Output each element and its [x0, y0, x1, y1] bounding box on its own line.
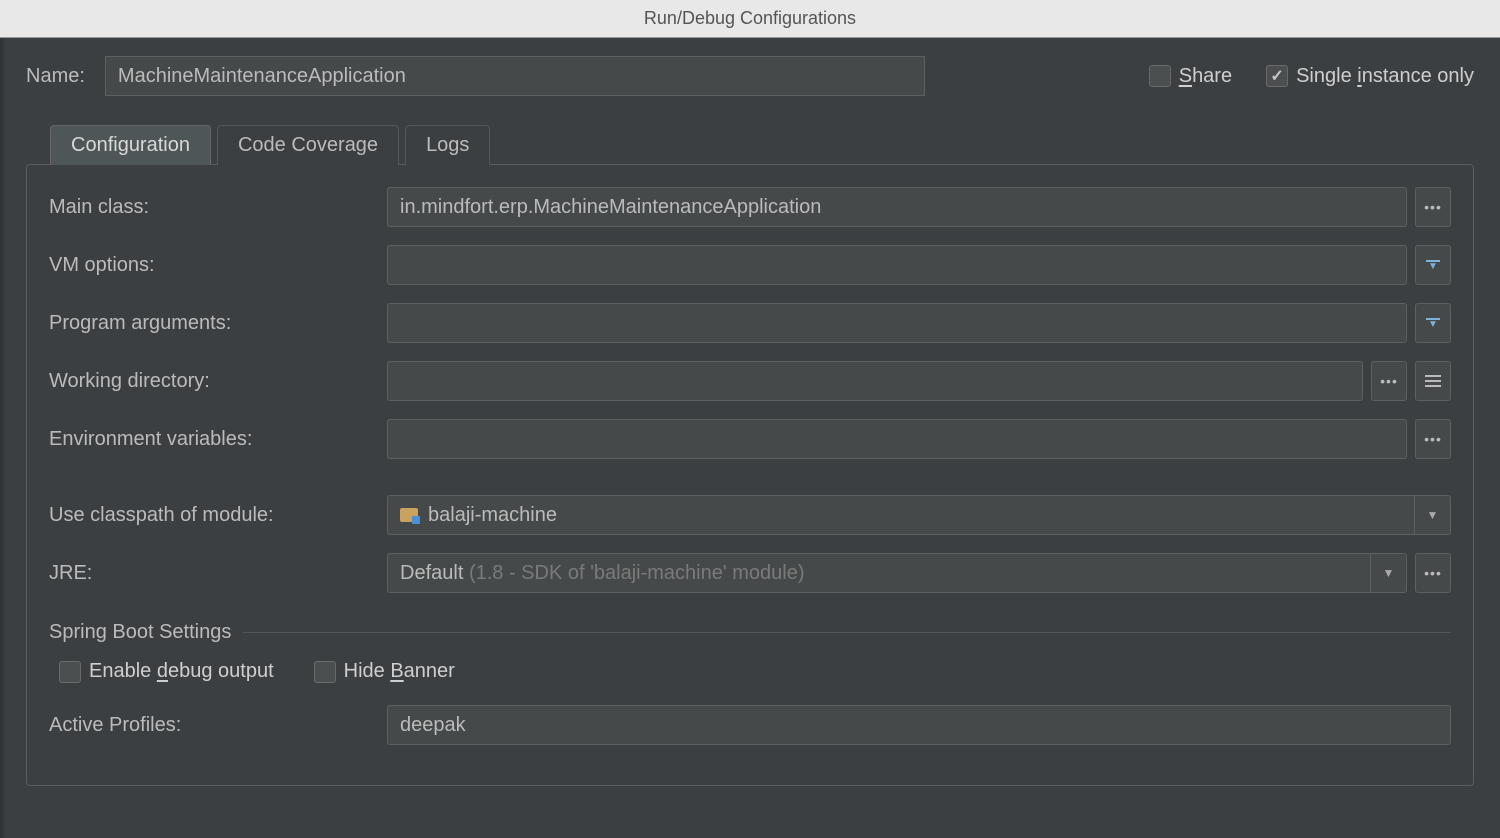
configuration-panel: Main class: ••• VM options: ▼ Program ar… — [26, 164, 1474, 786]
tab-logs[interactable]: Logs — [405, 125, 490, 165]
working-dir-row: Working directory: ••• — [49, 361, 1451, 401]
vm-options-expand-button[interactable]: ▼ — [1415, 245, 1451, 285]
expand-icon: ▼ — [1426, 260, 1440, 271]
working-dir-input[interactable] — [387, 361, 1363, 401]
share-label: Share — [1179, 65, 1232, 88]
share-checkbox[interactable] — [1149, 65, 1171, 87]
list-icon — [1425, 375, 1441, 387]
jre-dropdown[interactable]: Default (1.8 - SDK of 'balaji-machine' m… — [387, 553, 1407, 593]
spring-boot-section-title: Spring Boot Settings — [49, 621, 231, 644]
hide-banner-checkbox-wrap[interactable]: Hide Banner — [314, 660, 455, 683]
single-instance-label: Single instance only — [1296, 65, 1474, 88]
vm-options-label: VM options: — [49, 254, 379, 277]
window-title: Run/Debug Configurations — [644, 8, 856, 29]
ellipsis-icon: ••• — [1424, 565, 1442, 581]
working-dir-macros-button[interactable] — [1415, 361, 1451, 401]
name-input[interactable] — [105, 56, 925, 96]
vm-options-input[interactable] — [387, 245, 1407, 285]
working-dir-label: Working directory: — [49, 370, 379, 393]
enable-debug-checkbox[interactable] — [59, 661, 81, 683]
classpath-row: Use classpath of module: balaji-machine … — [49, 495, 1451, 535]
classpath-label: Use classpath of module: — [49, 504, 379, 527]
env-vars-browse-button[interactable]: ••• — [1415, 419, 1451, 459]
program-args-input[interactable] — [387, 303, 1407, 343]
main-class-input[interactable] — [387, 187, 1407, 227]
name-label: Name: — [26, 65, 85, 88]
left-edge-decoration — [0, 38, 6, 838]
classpath-value: balaji-machine — [428, 504, 557, 527]
env-vars-label: Environment variables: — [49, 428, 379, 451]
active-profiles-row: Active Profiles: — [49, 705, 1451, 745]
jre-row: JRE: Default (1.8 - SDK of 'balaji-machi… — [49, 553, 1451, 593]
jre-browse-button[interactable]: ••• — [1415, 553, 1451, 593]
single-instance-checkbox-wrap[interactable]: Single instance only — [1266, 65, 1474, 88]
program-args-row: Program arguments: ▼ — [49, 303, 1451, 343]
enable-debug-checkbox-wrap[interactable]: Enable debug output — [59, 660, 274, 683]
active-profiles-label: Active Profiles: — [49, 714, 379, 737]
chevron-down-icon: ▼ — [1370, 554, 1406, 592]
ellipsis-icon: ••• — [1424, 431, 1442, 447]
active-profiles-input[interactable] — [387, 705, 1451, 745]
ellipsis-icon: ••• — [1380, 373, 1398, 389]
program-args-expand-button[interactable]: ▼ — [1415, 303, 1451, 343]
expand-icon: ▼ — [1426, 318, 1440, 329]
share-checkbox-wrap[interactable]: Share — [1149, 65, 1232, 88]
jre-value: Default (1.8 - SDK of 'balaji-machine' m… — [400, 562, 805, 585]
spring-boot-section-divider: Spring Boot Settings — [49, 621, 1451, 644]
spring-checkboxes-row: Enable debug output Hide Banner — [59, 660, 1451, 683]
program-args-label: Program arguments: — [49, 312, 379, 335]
module-folder-icon — [400, 508, 418, 522]
env-vars-input[interactable] — [387, 419, 1407, 459]
ellipsis-icon: ••• — [1424, 199, 1442, 215]
hide-banner-checkbox[interactable] — [314, 661, 336, 683]
working-dir-browse-button[interactable]: ••• — [1371, 361, 1407, 401]
hide-banner-label: Hide Banner — [344, 660, 455, 683]
name-row: Name: Share Single instance only — [26, 56, 1474, 96]
tabs: Configuration Code Coverage Logs — [50, 124, 1474, 164]
dialog-content: Name: Share Single instance only Configu… — [0, 38, 1500, 786]
classpath-dropdown[interactable]: balaji-machine ▼ — [387, 495, 1451, 535]
chevron-down-icon: ▼ — [1414, 496, 1450, 534]
divider-line — [243, 632, 1451, 633]
main-class-label: Main class: — [49, 196, 379, 219]
env-vars-row: Environment variables: ••• — [49, 419, 1451, 459]
tab-configuration[interactable]: Configuration — [50, 125, 211, 165]
enable-debug-label: Enable debug output — [89, 660, 274, 683]
main-class-browse-button[interactable]: ••• — [1415, 187, 1451, 227]
jre-label: JRE: — [49, 562, 379, 585]
tab-code-coverage[interactable]: Code Coverage — [217, 125, 399, 165]
window-titlebar: Run/Debug Configurations — [0, 0, 1500, 38]
main-class-row: Main class: ••• — [49, 187, 1451, 227]
single-instance-checkbox[interactable] — [1266, 65, 1288, 87]
vm-options-row: VM options: ▼ — [49, 245, 1451, 285]
